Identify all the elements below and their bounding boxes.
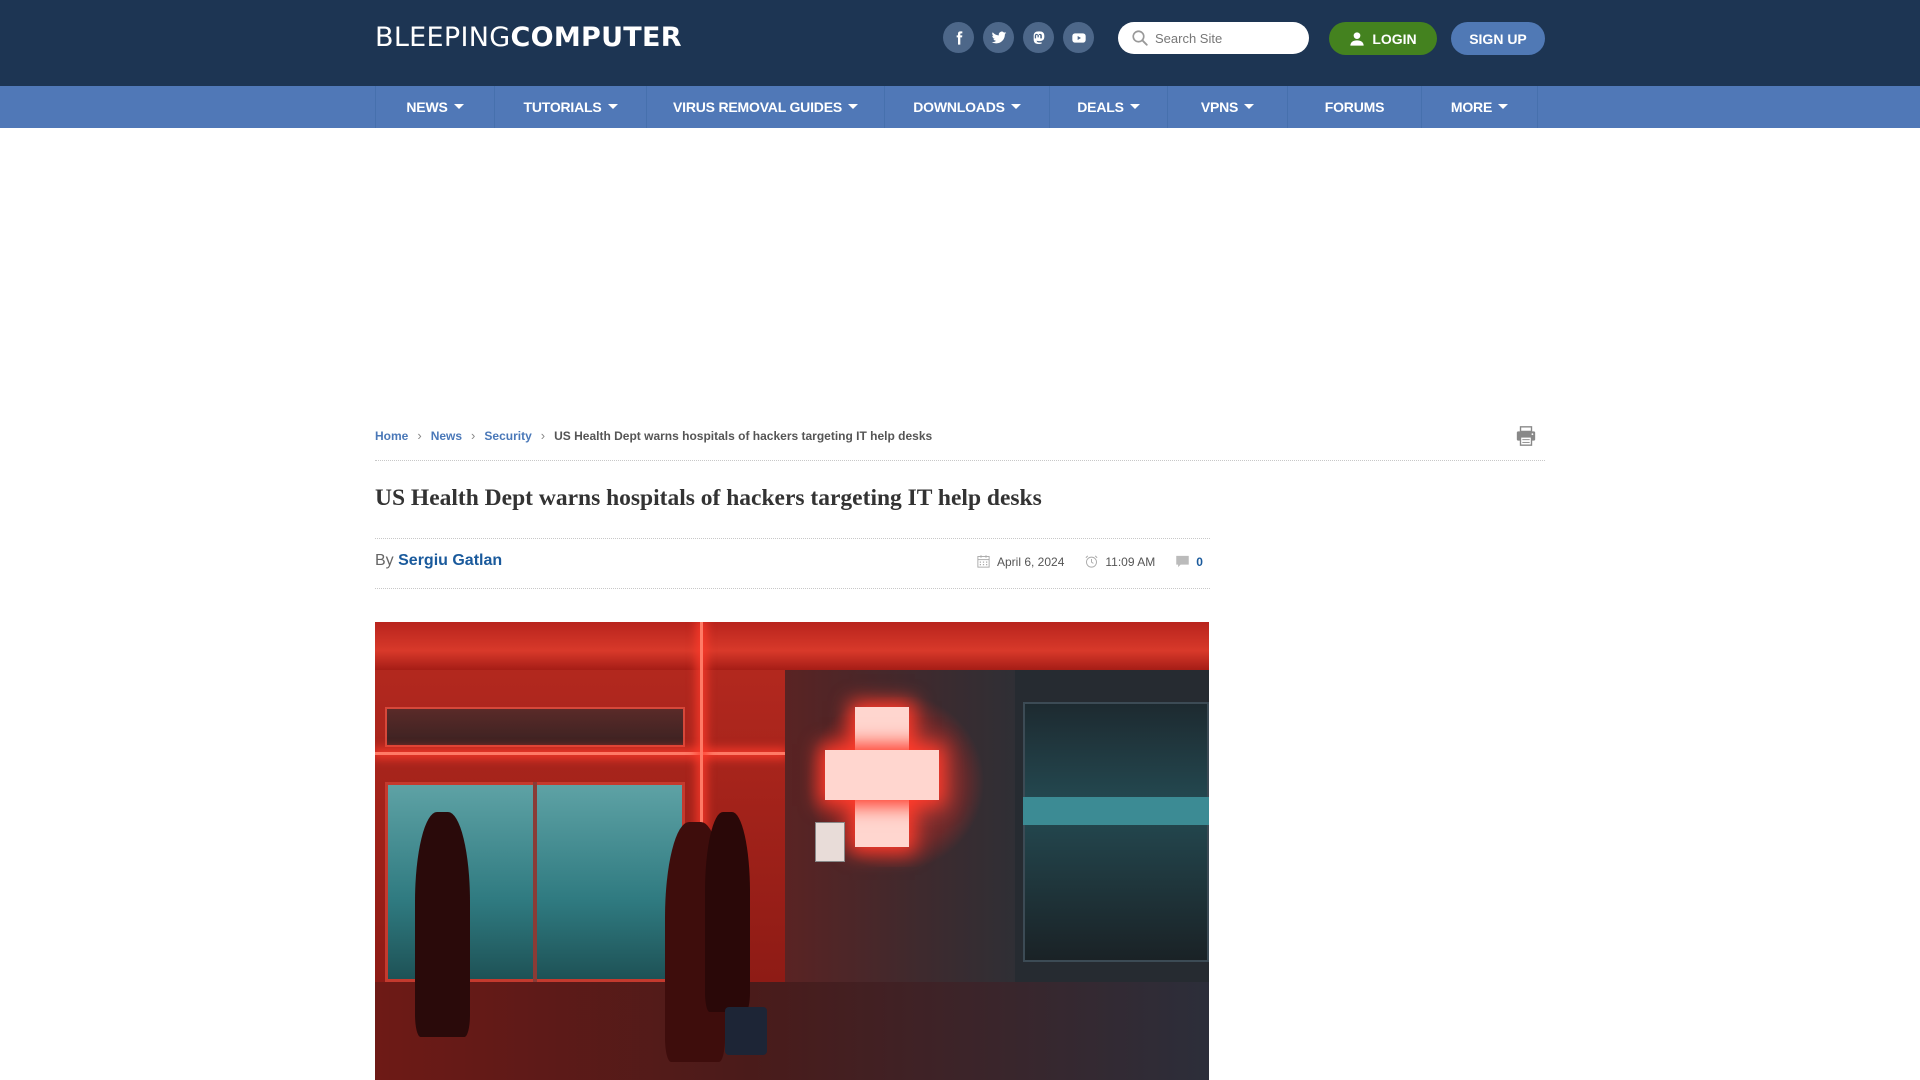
user-icon <box>1350 31 1364 46</box>
login-label: LOGIN <box>1372 30 1417 47</box>
caret-down-icon <box>847 103 858 109</box>
divider <box>375 460 1545 461</box>
breadcrumb-news[interactable]: News <box>431 429 462 443</box>
mastodon-button[interactable] <box>1023 22 1054 53</box>
twitter-icon <box>991 31 1006 43</box>
nav-item-more[interactable]: MORE <box>1422 86 1538 128</box>
mastodon-icon <box>1033 30 1044 44</box>
article-hero-image <box>375 622 1209 1080</box>
site-header: BLEEPINGCOMPUTER LOGIN SIGN UP <box>0 0 1920 86</box>
divider <box>375 538 1210 539</box>
search-input[interactable] <box>1155 30 1295 46</box>
nav-item-vpns[interactable]: VPNS <box>1168 86 1288 128</box>
search-box <box>1118 22 1309 54</box>
caret-down-icon <box>453 103 464 109</box>
youtube-button[interactable] <box>1063 22 1094 53</box>
byline: By Sergiu Gatlan <box>375 552 502 570</box>
nav-item-news[interactable]: NEWS <box>376 86 495 128</box>
logo-light-text: BLEEPING <box>375 22 511 53</box>
main-nav: NEWS TUTORIALS VIRUS REMOVAL GUIDES DOWN… <box>0 86 1920 128</box>
chevron-right-icon: › <box>417 428 422 443</box>
site-logo[interactable]: BLEEPINGCOMPUTER <box>375 22 682 54</box>
nav-label: MORE <box>1450 99 1493 115</box>
caret-down-icon <box>1244 103 1255 109</box>
chevron-right-icon: › <box>471 428 476 443</box>
medical-cross-icon <box>855 750 909 800</box>
logo-bold-text: COMPUTER <box>510 22 682 53</box>
nav-label: VIRUS REMOVAL GUIDES <box>673 99 842 115</box>
nav-label: DOWNLOADS <box>913 99 1005 115</box>
breadcrumb-current: US Health Dept warns hospitals of hacker… <box>554 428 933 443</box>
facebook-icon <box>956 30 962 45</box>
youtube-icon <box>1071 32 1086 43</box>
nav-item-downloads[interactable]: DOWNLOADS <box>885 86 1050 128</box>
breadcrumb-home[interactable]: Home <box>375 429 408 443</box>
breadcrumb-security[interactable]: Security <box>484 429 531 443</box>
by-label: By <box>375 552 394 569</box>
search-icon <box>1132 30 1148 46</box>
alarm-clock-icon <box>1085 555 1098 568</box>
article-date: April 6, 2024 <box>997 554 1065 569</box>
author-link[interactable]: Sergiu Gatlan <box>398 552 502 569</box>
caret-down-icon <box>1129 103 1140 109</box>
caret-down-icon <box>1498 103 1509 109</box>
article-title: US Health Dept warns hospitals of hacker… <box>375 485 1042 511</box>
breadcrumb: Home › News › Security › US Health Dept … <box>375 428 932 443</box>
nav-label: TUTORIALS <box>523 99 602 115</box>
comment-count[interactable]: 0 <box>1196 555 1203 569</box>
nav-item-virus-removal-guides[interactable]: VIRUS REMOVAL GUIDES <box>647 86 885 128</box>
nav-item-deals[interactable]: DEALS <box>1050 86 1168 128</box>
nav-label: NEWS <box>406 99 448 115</box>
comment-icon <box>1176 555 1189 568</box>
nav-label: VPNS <box>1200 99 1239 115</box>
nav-label: FORUMS <box>1324 99 1385 115</box>
signup-button[interactable]: SIGN UP <box>1451 22 1545 55</box>
chevron-right-icon: › <box>540 428 546 443</box>
nav-item-forums[interactable]: FORUMS <box>1288 86 1422 128</box>
login-button[interactable]: LOGIN <box>1329 22 1437 55</box>
nav-label: DEALS <box>1077 99 1124 115</box>
signup-label: SIGN UP <box>1469 30 1527 47</box>
nav-item-tutorials[interactable]: TUTORIALS <box>495 86 647 128</box>
twitter-button[interactable] <box>983 22 1014 53</box>
calendar-icon <box>977 555 990 568</box>
article-meta: April 6, 2024 11:09 AM 0 <box>976 554 1203 569</box>
facebook-button[interactable] <box>943 22 974 53</box>
social-links <box>943 22 1094 53</box>
print-icon[interactable] <box>1515 425 1537 447</box>
article-time: 11:09 AM <box>1105 554 1156 569</box>
caret-down-icon <box>607 103 618 109</box>
divider <box>375 588 1210 589</box>
caret-down-icon <box>1010 103 1021 109</box>
